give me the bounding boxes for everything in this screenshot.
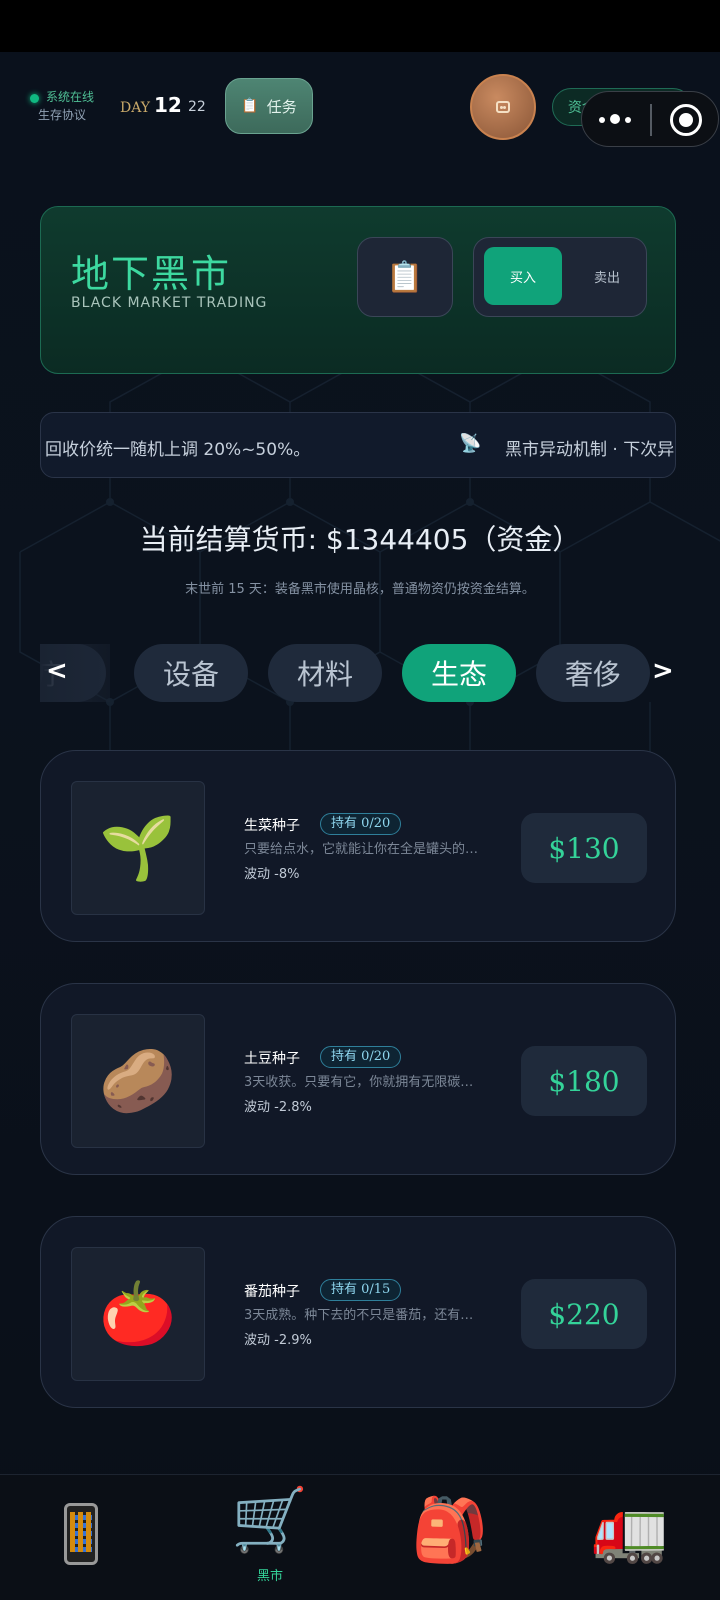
tab-ecology[interactable]: 生态 (402, 644, 516, 702)
price-fluctuation: 波动 -2.9% (244, 1333, 312, 1348)
close-miniprogram-icon[interactable] (670, 104, 702, 136)
bottom-navigation: 🛒 黑市 🎒 🚛 (0, 1474, 720, 1600)
phone-icon (64, 1503, 98, 1565)
more-options-icon[interactable] (599, 108, 635, 132)
product-card[interactable]: 🥔 土豆种子 持有 0/20 3天收获。只要有它，你就拥有无限碳… 波动 -2.… (40, 983, 676, 1175)
orders-button[interactable]: 📋 (357, 237, 453, 317)
online-status-dot (30, 94, 39, 103)
top-safe-area (0, 0, 720, 52)
product-name: 土豆种子 (244, 1051, 300, 1067)
price-fluctuation: 波动 -8% (244, 867, 300, 882)
clipboard-icon: 📋 (241, 98, 259, 114)
price-fluctuation: 波动 -2.8% (244, 1100, 312, 1115)
radio-icon (496, 101, 510, 113)
system-online-label: 系统在线 (46, 90, 95, 104)
buy-price-button[interactable]: $180 (521, 1046, 647, 1116)
product-card[interactable]: 🍅 番茄种子 持有 0/15 3天成熟。种下去的不只是番茄，还有… 波动 -2.… (40, 1216, 676, 1408)
protocol-label: 生存协议 (38, 108, 87, 122)
nav-item-phone[interactable] (0, 1475, 180, 1600)
nav-item-black-market[interactable]: 🛒 黑市 (180, 1475, 360, 1600)
tomato-icon: 🍅 (71, 1247, 205, 1381)
ticker-text-1: 回收价统一随机上调 20%~50%。 (45, 440, 311, 460)
shopping-cart-icon: 🛒 (231, 1483, 309, 1556)
owned-badge: 持有 0/15 (320, 1279, 402, 1301)
task-button[interactable]: 📋 任务 (225, 78, 313, 134)
market-header-card: 地下黑市 BLACK MARKET TRADING 📋 买入 卖出 (40, 206, 676, 374)
day-number: 12 (154, 93, 182, 117)
product-description: 3天成熟。种下去的不只是番茄，还有… (244, 1308, 474, 1323)
product-description: 3天收获。只要有它，你就拥有无限碳… (244, 1075, 474, 1090)
buy-price-button[interactable]: $130 (521, 813, 647, 883)
miniprogram-capsule (581, 91, 719, 147)
news-ticker: 回收价统一随机上调 20%~50%。 📡 黑市异动机制 · 下次异 (40, 412, 676, 478)
backpack-icon: 🎒 (411, 1493, 489, 1566)
potato-icon: 🥔 (71, 1014, 205, 1148)
task-button-label: 任务 (266, 97, 297, 116)
tab-equipment[interactable]: 设备 (134, 644, 248, 702)
product-name: 番茄种子 (244, 1284, 300, 1300)
black-market-screen: 系统在线 生存协议 DAY 12 22 📋 任务 资金 1344405 地下黑市… (0, 52, 720, 1600)
tab-materials[interactable]: 材料 (268, 644, 382, 702)
page-title: 地下黑市 (71, 252, 232, 296)
day-sub-value: 22 (188, 99, 206, 115)
scroll-left-arrow-icon[interactable]: < (46, 656, 68, 686)
page-subtitle: BLACK MARKET TRADING (71, 295, 268, 311)
tab-luxury[interactable]: 奢侈 (536, 644, 650, 702)
scroll-right-arrow-icon[interactable]: > (652, 656, 674, 686)
nav-item-backpack[interactable]: 🎒 (360, 1475, 540, 1600)
nav-label-black-market: 黑市 (256, 1569, 283, 1584)
product-card[interactable]: 🌱 生菜种子 持有 0/20 只要给点水，它就能让你在全是罐头的… 波动 -8%… (40, 750, 676, 942)
day-label: DAY (120, 100, 151, 116)
truck-icon: 🚛 (591, 1493, 669, 1566)
owned-badge: 持有 0/20 (320, 813, 402, 835)
ticker-text-2: 黑市异动机制 · 下次异 (505, 440, 675, 460)
product-name: 生菜种子 (244, 818, 300, 834)
settlement-note: 末世前 15 天：装备黑市使用晶核，普通物资仍按资金结算。 (185, 582, 535, 597)
trade-mode-toggle: 买入 卖出 (473, 237, 647, 317)
avatar[interactable] (470, 74, 536, 140)
satellite-dish-icon: 📡 (459, 433, 482, 454)
category-tabs: 疗 设备 材料 生态 奢侈 (40, 644, 676, 702)
product-description: 只要给点水，它就能让你在全是罐头的… (244, 842, 479, 857)
buy-price-button[interactable]: $220 (521, 1279, 647, 1349)
owned-badge: 持有 0/20 (320, 1046, 402, 1068)
seedling-icon: 🌱 (71, 781, 205, 915)
settlement-currency: 当前结算货币: $1344405（资金） (139, 523, 581, 556)
buy-tab[interactable]: 买入 (484, 247, 562, 305)
clipboard-icon: 📋 (386, 259, 424, 295)
capsule-divider (650, 104, 652, 136)
sell-tab[interactable]: 卖出 (568, 247, 646, 305)
nav-item-truck[interactable]: 🚛 (540, 1475, 720, 1600)
